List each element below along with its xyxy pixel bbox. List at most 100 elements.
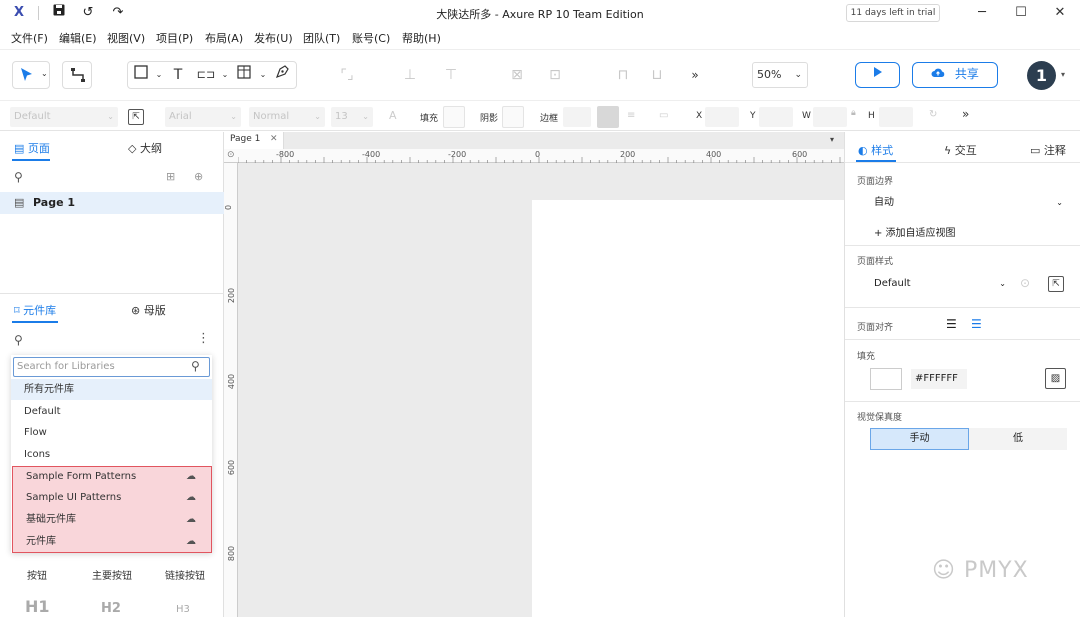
text-tool-icon[interactable]: T [170,63,186,87]
select-tool-button[interactable]: ⌄ [12,61,50,89]
library-option-icons[interactable]: Icons [11,444,212,465]
align-left-icon[interactable]: ☰ [946,317,957,331]
h-field[interactable] [879,107,913,127]
menu-arrange[interactable]: 布局(A) [205,30,243,46]
tab-style[interactable]: ◐ 样式 [858,142,893,158]
border-style-icon[interactable]: ≡ [627,110,635,121]
chevron-down-icon[interactable]: ⌄ [154,63,164,87]
widget-link-button[interactable]: 链接按钮 [165,567,205,582]
menu-edit[interactable]: 编辑(E) [59,30,97,46]
page-style-select[interactable]: Default ⌄ [871,274,1009,294]
menu-view[interactable]: 视图(V) [107,30,145,46]
connector-tool-button[interactable] [62,61,92,89]
tab-notes[interactable]: ▭ 注释 [1030,142,1066,158]
fill-hex-field[interactable]: #FFFFFF [911,369,967,389]
distribute-icon[interactable]: ⊤ [441,63,461,87]
chevron-down-icon[interactable]: ⌄ [220,63,230,87]
pen-tool-icon[interactable] [272,63,292,87]
align-icon[interactable]: ⊥ [400,63,420,87]
close-icon[interactable]: ✕ [270,132,278,147]
tab-overflow-icon[interactable]: ▾ [830,135,834,144]
menu-help[interactable]: 帮助(H) [402,30,441,46]
fill-color-swatch[interactable] [443,106,465,128]
fidelity-manual-button[interactable]: 手动 [870,428,969,450]
chevron-down-icon[interactable]: ▾ [1061,70,1065,79]
page-dimension-select[interactable]: 自动 ⌄ [871,193,1066,213]
menu-account[interactable]: 账号(C) [352,30,390,46]
crop-icon[interactable]: ⊠ [507,63,527,87]
tab-outline[interactable]: ◇ 大纲 [128,140,162,156]
shadow-swatch[interactable] [502,106,524,128]
font-weight-select[interactable]: Normal ⌄ [249,107,325,127]
library-option-flow[interactable]: Flow [11,422,212,443]
group-icon[interactable]: ⌜⌟ [337,63,357,87]
edit-style-icon[interactable]: ⇱ [1048,276,1064,292]
library-search-input[interactable]: Search for Libraries [13,357,210,377]
library-option-all[interactable]: 所有元件库 [11,379,212,400]
x-field[interactable] [705,107,739,127]
tab-pages[interactable]: ▤ 页面 [14,140,50,156]
search-icon[interactable]: ⚲ [14,333,23,347]
hide-icon[interactable]: ⊔ [647,63,667,87]
table-tool-icon[interactable] [236,63,252,87]
library-option-default[interactable]: Default [11,401,212,422]
avatar[interactable]: 1 [1027,61,1056,90]
zoom-select[interactable]: 50% ⌄ [752,62,808,88]
minimize-icon[interactable]: ─ [972,3,992,23]
align-center-icon[interactable]: ☰ [971,317,982,331]
widget-h3[interactable]: H3 [176,604,190,615]
add-page-icon[interactable]: ⊞ [166,170,175,183]
y-field[interactable] [759,107,793,127]
fidelity-low-button[interactable]: 低 [969,428,1067,450]
edit-style-icon[interactable]: ⇱ [128,109,144,125]
widget-h1[interactable]: H1 [25,597,50,616]
canvas-area[interactable]: Page 1 ✕ ▾ ⊙ -800 -400 -200 0 200 400 60… [224,132,844,617]
image-fill-icon[interactable]: ▨ [1045,368,1066,389]
page-list-item[interactable]: ▤ Page 1 [0,192,224,214]
tab-libraries[interactable]: ⌑ 元件库 [14,302,56,318]
menu-file[interactable]: 文件(F) [11,30,48,46]
preview-button[interactable] [855,62,900,88]
maximize-icon[interactable]: ☐ [1011,3,1031,23]
border-color-swatch[interactable] [597,106,619,128]
library-option-components[interactable]: 元件库 ☁︎ [13,531,210,552]
chevron-down-icon[interactable]: ⌄ [258,63,268,87]
field-tool-icon[interactable]: ⊏⊐ [196,63,216,87]
fill-color-swatch[interactable] [870,368,902,390]
trial-badge[interactable]: 11 days left in trial [846,4,940,22]
page-tab[interactable]: Page 1 ✕ [224,132,284,149]
font-color-icon[interactable]: A [389,109,397,122]
search-icon[interactable]: ⚲ [14,170,23,184]
rectangle-tool-icon[interactable] [133,63,149,87]
rotate-icon[interactable]: ↻ [929,109,937,120]
lock-ratio-icon[interactable]: 🔒︎ [851,108,856,118]
close-icon[interactable]: ✕ [1050,3,1070,23]
more-options-icon[interactable]: ⋮ [197,331,210,346]
add-folder-icon[interactable]: ⊕ [194,170,203,183]
add-adaptive-view-link[interactable]: + 添加自适应视图 [874,224,956,239]
widget-primary-button[interactable]: 主要按钮 [92,567,132,582]
page-canvas[interactable] [532,200,844,617]
reset-style-icon[interactable]: ⊙ [1020,276,1030,290]
border-sides-icon[interactable]: ▭ [659,110,668,121]
style-select[interactable]: Default ⌄ [10,107,118,127]
library-option-basic[interactable]: 基础元件库 ☁︎ [13,509,210,530]
lock-icon[interactable]: ⊓ [613,63,633,87]
ungroup-icon[interactable]: ⊡ [545,63,565,87]
menu-project[interactable]: 项目(P) [156,30,193,46]
menu-publish[interactable]: 发布(U) [254,30,293,46]
more-style-icon[interactable]: » [962,107,969,121]
widget-h2[interactable]: H2 [101,601,121,616]
library-option-sample-form[interactable]: Sample Form Patterns ☁︎ [13,466,210,487]
library-option-sample-ui[interactable]: Sample UI Patterns ☁︎ [13,487,210,508]
tab-masters[interactable]: ⊛ 母版 [131,302,166,318]
tab-interactions[interactable]: ϟ 交互 [944,142,977,158]
font-select[interactable]: Arial ⌄ [165,107,241,127]
widget-button[interactable]: 按钮 [27,567,47,582]
menu-team[interactable]: 团队(T) [303,30,340,46]
border-width-field[interactable] [563,107,591,127]
more-tools-icon[interactable]: » [685,63,705,87]
share-button[interactable]: 共享 [912,62,998,88]
w-field[interactable] [813,107,847,127]
font-size-select[interactable]: 13 ⌄ [331,107,373,127]
